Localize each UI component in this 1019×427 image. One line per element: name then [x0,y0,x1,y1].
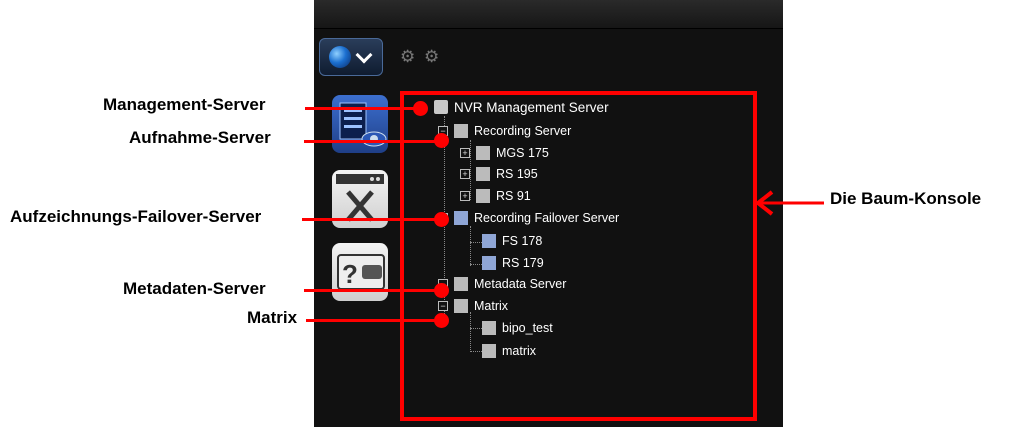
settings-refresh-icon[interactable]: ⚙ [424,48,442,66]
globe-dropdown-button[interactable] [319,38,383,76]
callout-dot [434,283,449,298]
help-wallet-icon[interactable]: ? [332,243,388,301]
chevron-down-icon [355,46,373,64]
settings-add-icon[interactable]: ⚙ [400,48,418,66]
callout-dot [434,313,449,328]
tree-console-highlight [400,91,757,421]
globe-icon [329,46,351,68]
callout-metadata-server: Metadaten-Server [123,279,266,298]
callout-recording-server: Aufnahme-Server [129,128,271,147]
callout-dot [434,133,449,148]
callout-line [304,140,442,143]
svg-text:?: ? [342,259,358,289]
callout-line [304,289,442,292]
callout-arrow [754,190,824,216]
server-list-icon-graphic [339,102,387,147]
callout-dot [434,212,449,227]
callout-line [302,218,442,221]
title-bar [314,0,783,29]
callout-dot [413,101,428,116]
callout-line [306,319,442,322]
callout-failover-server: Aufzeichnungs-Failover-Server [10,207,262,226]
callout-management-server: Management-Server [103,95,266,114]
callout-tree-console: Die Baum-Konsole [830,189,982,208]
callout-line [305,107,421,110]
help-wallet-icon-graphic: ? [337,254,385,290]
callout-matrix: Matrix [247,308,298,327]
server-list-icon[interactable] [332,95,388,153]
